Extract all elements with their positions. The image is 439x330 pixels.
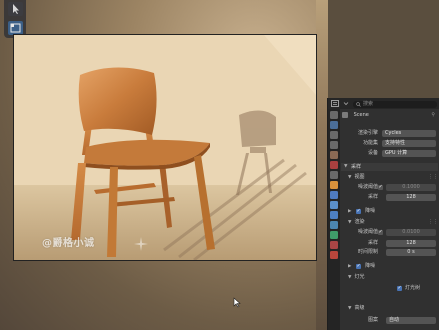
tool-tab-icon[interactable] xyxy=(330,111,338,119)
render-title: 渲染 xyxy=(354,219,365,225)
chevron-right-icon: ▶ xyxy=(348,209,352,214)
viewport-title: 视图 xyxy=(354,174,365,180)
chevron-down-icon: ▼ xyxy=(344,164,348,169)
feature-set-row: 功能集 支持特性 xyxy=(342,139,438,147)
chevron-down-icon: ▼ xyxy=(348,220,352,225)
noise-threshold-checkbox[interactable] xyxy=(378,183,383,191)
properties-panel: 搜索 Scene ⚲ 渲染引擎 Cycles 功能集 支持特性 设备 GPU 计… xyxy=(327,98,439,330)
render-tab-icon[interactable] xyxy=(330,121,338,129)
texture-tab-icon[interactable] xyxy=(330,251,338,259)
scene-tab-icon[interactable] xyxy=(330,151,338,159)
pattern-label: 图案 xyxy=(367,317,378,323)
render-engine-label: 渲染引擎 xyxy=(357,130,378,136)
view-layer-tab-icon[interactable] xyxy=(330,141,338,149)
pattern-select[interactable]: 自动 xyxy=(386,316,436,324)
select-tool-button[interactable] xyxy=(8,2,23,16)
samples-label: 采样 xyxy=(367,240,378,246)
samples-label: 采样 xyxy=(367,194,378,200)
material-tab-icon[interactable] xyxy=(330,241,338,249)
render-engine-select[interactable]: Cycles xyxy=(382,129,436,137)
lights-subpanel-header[interactable]: ▼ 灯光 xyxy=(348,273,364,282)
viewport-denoise-row: ▶ 降噪 xyxy=(348,207,375,216)
pin-icon[interactable]: ⚲ xyxy=(431,111,435,120)
world-tab-icon[interactable] xyxy=(330,161,338,169)
device-label: 设备 xyxy=(367,150,378,156)
pattern-row: 图案 自动 xyxy=(342,316,438,324)
drag-handle-icon[interactable]: ⋮⋮ xyxy=(428,173,438,181)
scene-icon xyxy=(342,111,348,118)
move-tool-button[interactable] xyxy=(8,21,23,35)
chevron-down-icon: ▼ xyxy=(348,306,352,311)
time-limit-label: 时间限制 xyxy=(357,249,378,255)
advanced-title: 高级 xyxy=(354,305,365,311)
advanced-subpanel-header[interactable]: ▼ 高级 xyxy=(348,304,364,313)
viewport-samples-field[interactable]: 128 xyxy=(386,193,436,201)
device-select[interactable]: GPU 计算 xyxy=(382,149,436,157)
lights-title: 灯光 xyxy=(354,274,365,280)
render-time-limit-row: 时间限制 0 s xyxy=(342,248,438,256)
feature-set-label: 功能集 xyxy=(362,140,378,146)
light-tree-label: 灯光树 xyxy=(405,285,421,291)
watermark-text: @爵格小诚 xyxy=(42,238,95,249)
render-noise-threshold-row: 噪波阈值 0.0100 xyxy=(342,228,438,236)
search-icon xyxy=(356,102,361,107)
context-breadcrumb: Scene ⚲ xyxy=(342,111,438,120)
denoise-label: 降噪 xyxy=(365,208,376,214)
render-samples-field[interactable]: 128 xyxy=(386,239,436,247)
data-tab-icon[interactable] xyxy=(330,231,338,239)
chair-render xyxy=(14,35,316,260)
chevron-down-icon[interactable] xyxy=(342,100,350,107)
chevron-down-icon: ▼ xyxy=(348,175,352,180)
render-engine-row: 渲染引擎 Cycles xyxy=(342,129,438,137)
drag-handle-icon[interactable]: ⋮⋮ xyxy=(428,218,438,226)
scene-name: Scene xyxy=(353,112,369,118)
render-denoise-checkbox[interactable] xyxy=(356,262,361,270)
render-samples-row: 采样 128 xyxy=(342,239,438,247)
viewport-denoise-checkbox[interactable] xyxy=(356,207,361,215)
sampling-title: 采样 xyxy=(351,164,362,170)
search-placeholder: 搜索 xyxy=(363,101,374,107)
render-noise-threshold-field[interactable]: 0.0100 xyxy=(386,228,436,236)
mouse-cursor-icon xyxy=(233,297,241,308)
device-row: 设备 GPU 计算 xyxy=(342,149,438,157)
render-time-limit-field[interactable]: 0 s xyxy=(386,248,436,256)
render-denoise-row: ▶ 降噪 xyxy=(348,262,375,271)
physics-tab-icon[interactable] xyxy=(330,211,338,219)
origin-icon xyxy=(134,237,148,251)
object-tab-icon[interactable] xyxy=(330,181,338,189)
feature-set-select[interactable]: 支持特性 xyxy=(382,139,436,147)
output-tab-icon[interactable] xyxy=(330,131,338,139)
render-subpanel-header[interactable]: ▼ 渲染 ⋮⋮ xyxy=(348,218,438,227)
properties-tabs xyxy=(328,109,340,330)
viewport-noise-threshold-row: 噪波阈值 0.1000 xyxy=(342,183,438,191)
properties-editor-icon[interactable] xyxy=(331,100,339,107)
viewport-subpanel-header[interactable]: ▼ 视图 ⋮⋮ xyxy=(348,173,438,182)
sampling-panel-header[interactable]: ▼ 采样 xyxy=(341,163,438,171)
chevron-right-icon: ▶ xyxy=(348,264,352,269)
collection-tab-icon[interactable] xyxy=(330,171,338,179)
noise-threshold-label: 噪波阈值 xyxy=(357,184,378,190)
light-tree-row: 灯光树 xyxy=(342,284,438,292)
modifier-tab-icon[interactable] xyxy=(330,191,338,199)
chevron-down-icon: ▼ xyxy=(348,275,352,280)
viewport-samples-row: 采样 128 xyxy=(342,193,438,201)
cursor-icon xyxy=(13,4,19,14)
denoise-label: 降噪 xyxy=(365,263,376,269)
render-camera-frame: @爵格小诚 xyxy=(13,34,317,261)
viewport-noise-threshold-field[interactable]: 0.1000 xyxy=(386,183,436,191)
properties-header: 搜索 xyxy=(328,98,439,109)
tool-strip xyxy=(4,0,26,38)
particles-tab-icon[interactable] xyxy=(330,201,338,209)
box-select-icon xyxy=(10,23,21,33)
search-input[interactable]: 搜索 xyxy=(353,101,437,108)
noise-threshold-label: 噪波阈值 xyxy=(357,229,378,235)
noise-threshold-checkbox[interactable] xyxy=(378,228,383,236)
constraints-tab-icon[interactable] xyxy=(330,221,338,229)
light-tree-checkbox[interactable] xyxy=(397,284,402,292)
